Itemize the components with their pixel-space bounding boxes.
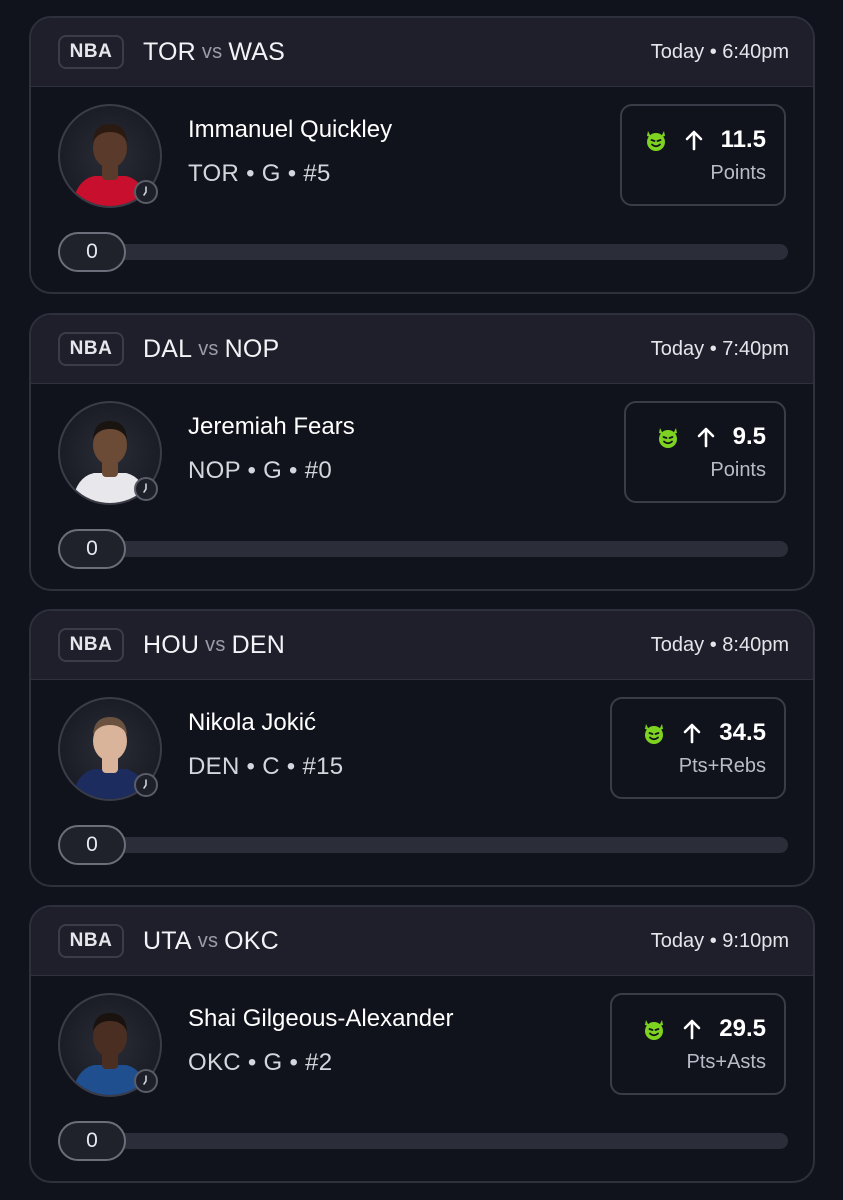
progress-value: 0 (58, 232, 126, 272)
progress-track (98, 541, 788, 557)
league-badge: NBA (58, 35, 124, 69)
team-away: HOU (143, 630, 200, 659)
devil-icon (646, 131, 665, 151)
progress-bar: 0 (58, 1121, 788, 1161)
devil-icon (645, 724, 664, 744)
line-value: 34.5 (719, 719, 766, 746)
stat-label: Pts+Asts (686, 1051, 766, 1073)
league-badge: NBA (58, 924, 124, 958)
progress-track (98, 1133, 788, 1149)
game-header: NBA HOU vs DEN Today • 8:40pm (31, 611, 813, 680)
pick-list: NBA TOR vs WAS Today • 6:40pm Immanuel Q… (0, 0, 843, 1200)
stat-label: Points (710, 162, 766, 184)
game-header: NBA DAL vs NOP Today • 7:40pm (31, 315, 813, 384)
devil-icon (658, 428, 677, 448)
game-time: Today • 9:10pm (650, 929, 789, 952)
progress-bar: 0 (58, 232, 788, 272)
pick-row: 29.5 (641, 1015, 766, 1043)
line-value: 11.5 (720, 126, 766, 153)
arrow-up-icon (685, 130, 702, 151)
game-time: Today • 8:40pm (650, 633, 789, 656)
pick-line-box[interactable]: 9.5 Points (624, 401, 786, 503)
team-away: UTA (143, 926, 192, 955)
pick-row: 9.5 (655, 423, 766, 451)
player-name: Immanuel Quickley (188, 116, 393, 143)
pick-line-box[interactable]: 34.5 Pts+Rebs (610, 697, 786, 799)
clock-icon (134, 477, 158, 501)
team-away: DAL (143, 334, 193, 363)
matchup: UTA vs OKC (143, 907, 279, 975)
pick-line-box[interactable]: 11.5 Points (620, 104, 786, 206)
pick-card[interactable]: NBA DAL vs NOP Today • 7:40pm Jeremiah F… (29, 313, 815, 591)
player-meta: NOP • G • #0 (188, 457, 333, 484)
game-header: NBA TOR vs WAS Today • 6:40pm (31, 18, 813, 87)
vs-label: vs (201, 40, 223, 63)
stat-label: Pts+Rebs (678, 755, 766, 777)
progress-track (98, 244, 788, 260)
player-meta: OKC • G • #2 (188, 1049, 333, 1076)
game-time: Today • 6:40pm (650, 40, 789, 63)
progress-bar: 0 (58, 529, 788, 569)
player-name: Nikola Jokić (188, 709, 317, 736)
team-home: NOP (224, 334, 280, 363)
team-home: OKC (224, 926, 279, 955)
pick-card[interactable]: NBA HOU vs DEN Today • 8:40pm Nikola Jok… (29, 609, 815, 887)
vs-label: vs (205, 633, 226, 656)
arrow-up-icon (683, 723, 701, 744)
vs-label: vs (198, 337, 219, 360)
progress-value: 0 (58, 825, 126, 865)
game-time: Today • 7:40pm (650, 337, 789, 360)
clock-icon (134, 773, 158, 797)
player-meta: TOR • G • #5 (188, 160, 331, 187)
team-home: DEN (231, 630, 285, 659)
matchup: HOU vs DEN (143, 611, 285, 679)
game-header: NBA UTA vs OKC Today • 9:10pm (31, 907, 813, 976)
devil-icon (645, 1020, 664, 1040)
league-badge: NBA (58, 628, 124, 662)
line-value: 29.5 (719, 1015, 766, 1042)
pick-row: 11.5 (643, 126, 766, 154)
line-value: 9.5 (732, 423, 766, 450)
matchup: DAL vs NOP (143, 315, 279, 383)
player-avatar[interactable] (58, 993, 162, 1097)
arrow-up-icon (697, 427, 714, 448)
matchup: TOR vs WAS (143, 18, 285, 86)
pick-card[interactable]: NBA TOR vs WAS Today • 6:40pm Immanuel Q… (29, 16, 815, 294)
progress-value: 0 (58, 1121, 126, 1161)
pick-row: 34.5 (641, 719, 766, 747)
progress-value: 0 (58, 529, 126, 569)
player-avatar[interactable] (58, 697, 162, 801)
arrow-up-icon (683, 1019, 701, 1040)
vs-label: vs (197, 929, 219, 952)
clock-icon (134, 1069, 158, 1093)
player-name: Shai Gilgeous-Alexander (188, 1005, 454, 1032)
player-avatar[interactable] (58, 401, 162, 505)
team-away: TOR (143, 37, 196, 66)
clock-icon (134, 180, 158, 204)
player-name: Jeremiah Fears (188, 413, 355, 440)
pick-card[interactable]: NBA UTA vs OKC Today • 9:10pm Shai Gilge… (29, 905, 815, 1183)
team-home: WAS (228, 37, 285, 66)
stat-label: Points (710, 459, 766, 481)
pick-line-box[interactable]: 29.5 Pts+Asts (610, 993, 786, 1095)
player-meta: DEN • C • #15 (188, 753, 344, 780)
league-badge: NBA (58, 332, 124, 366)
player-avatar[interactable] (58, 104, 162, 208)
progress-track (98, 837, 788, 853)
progress-bar: 0 (58, 825, 788, 865)
